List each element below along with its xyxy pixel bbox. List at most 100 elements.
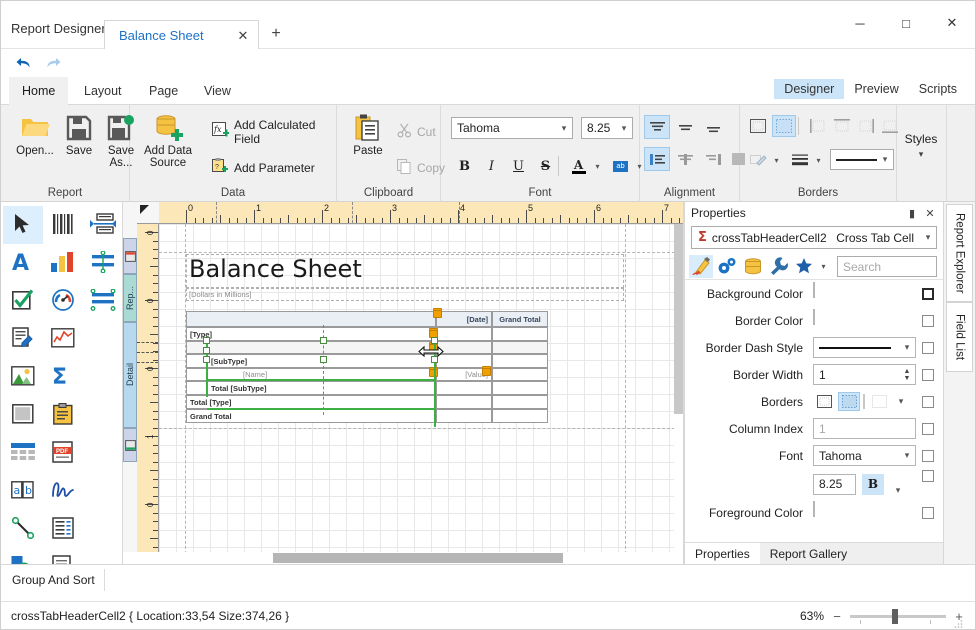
toolbox-item-distribute-vertical[interactable] (83, 282, 123, 320)
tab-report-gallery[interactable]: Report Gallery (760, 543, 857, 565)
font-family-property-combo[interactable]: Tahoma ▾ (813, 445, 916, 466)
scrollbar-thumb[interactable] (674, 224, 683, 414)
properties-search-box[interactable] (837, 256, 937, 277)
align-bottom-button[interactable] (700, 115, 726, 139)
border-color-button[interactable] (746, 149, 770, 171)
font-bold-property-button[interactable]: B (862, 474, 884, 495)
crosstab-row-total-type[interactable]: Total [Type] (186, 395, 436, 409)
border-width-spinner[interactable]: ▲ ▼ (900, 365, 914, 384)
canvas-horizontal-scrollbar[interactable] (123, 552, 683, 564)
resize-handle[interactable] (203, 337, 210, 344)
crosstab-row-type[interactable]: [Type] (186, 327, 436, 341)
property-value[interactable]: 8.25 B ▾ (813, 474, 916, 495)
toolbox-item-pointer[interactable] (3, 206, 43, 244)
crosstab-row-subtype[interactable]: [SubType] (186, 354, 436, 368)
property-value[interactable] (813, 283, 916, 304)
border-style-combo[interactable]: ▾ (830, 149, 894, 170)
italic-button[interactable]: I (480, 155, 503, 178)
zoom-out-button[interactable]: − (831, 609, 843, 624)
ribbon-tab-view[interactable]: View (191, 77, 244, 105)
border-width-button[interactable] (788, 149, 812, 171)
resize-grip-icon[interactable] (953, 618, 963, 628)
ribbon-tab-page[interactable]: Page (136, 77, 191, 105)
underline-button[interactable]: U (507, 155, 530, 178)
ribbon-tab-home[interactable]: Home (9, 77, 68, 105)
align-left-button[interactable] (644, 147, 670, 171)
crosstab-cell[interactable] (436, 395, 492, 409)
view-tab-designer[interactable]: Designer (774, 79, 844, 99)
toolbox-item-panel[interactable] (3, 396, 43, 434)
close-panel-icon[interactable]: ✕ (921, 204, 939, 222)
toolbox-item-barcode[interactable] (43, 206, 83, 244)
property-reset-checkbox[interactable] (922, 288, 934, 300)
highlight-color-button[interactable]: ab (609, 155, 632, 178)
border-color-chevron-down-icon[interactable]: ▾ (770, 149, 783, 172)
font-family-combo[interactable]: Tahoma ▾ (451, 117, 573, 139)
selected-object-combo[interactable]: Σ crossTabHeaderCell2 Cross Tab Cell ▾ (691, 226, 937, 249)
crosstab-column-header-grand-total[interactable]: Grand Total (492, 311, 548, 327)
add-parameter-button[interactable]: ? Add Parameter (208, 157, 319, 179)
strikethrough-button[interactable]: S (534, 155, 557, 178)
pin-icon[interactable]: ▮ (903, 204, 921, 222)
ruler-corner[interactable] (137, 202, 159, 224)
horizontal-ruler[interactable]: 01234567 (159, 202, 683, 224)
toolbox-item-picture-box[interactable] (3, 358, 43, 396)
crosstab-cell[interactable] (492, 381, 548, 395)
band-top-margin[interactable] (123, 238, 137, 274)
add-calculated-field-button[interactable]: fx Add Calculated Field (208, 121, 336, 143)
border-dash-style-combo[interactable]: ▾ (813, 337, 916, 358)
font-color-button[interactable]: A (567, 155, 590, 178)
toolbox-item-line[interactable] (3, 510, 43, 548)
property-reset-checkbox[interactable] (922, 507, 934, 519)
property-value[interactable]: ▾ (813, 337, 916, 358)
band-bottom-margin[interactable] (123, 428, 137, 462)
crosstab-corner-cell[interactable] (186, 311, 436, 327)
font-expand-chevron-down-icon[interactable]: ▾ (890, 485, 906, 496)
toolbox-item-check-box[interactable] (3, 282, 43, 320)
border-color-swatch[interactable] (813, 309, 815, 325)
crosstab-cell[interactable] (492, 368, 548, 381)
crosstab-row-grand-total[interactable]: Grand Total (186, 409, 436, 423)
crosstab-cell[interactable] (492, 327, 548, 341)
border-left-button[interactable] (806, 115, 830, 137)
borders-partial-button[interactable] (868, 392, 890, 411)
report-title-label[interactable]: Balance Sheet (186, 254, 624, 288)
ribbon-tab-layout[interactable]: Layout (71, 77, 135, 105)
toolbox-item-chart[interactable] (43, 244, 83, 282)
align-middle-button[interactable] (672, 115, 698, 139)
property-value[interactable]: ▾ (813, 391, 916, 412)
vertical-ruler[interactable]: 00010 (137, 224, 159, 564)
zoom-slider-thumb[interactable] (892, 609, 898, 624)
property-reset-checkbox[interactable] (922, 396, 934, 408)
property-value[interactable] (813, 310, 916, 331)
border-right-button[interactable] (854, 115, 878, 137)
toolbox-item-sum[interactable]: Σ (43, 358, 83, 396)
favorites-chevron-down-icon[interactable]: ▾ (817, 255, 830, 278)
undo-icon[interactable] (12, 53, 34, 73)
cross-tab[interactable]: [Date] Grand Total [Type] [SubType] [Nam… (186, 311, 548, 421)
property-reset-checkbox[interactable] (922, 342, 934, 354)
new-tab-icon[interactable]: + (267, 25, 285, 43)
styles-button[interactable]: Styles ▾ (896, 133, 946, 173)
behavior-gears-icon[interactable] (715, 255, 739, 278)
crosstab-cell[interactable] (492, 354, 548, 368)
align-center-button[interactable] (672, 147, 698, 171)
toolbox-item-table-of-contents[interactable] (43, 510, 83, 548)
property-reset-checkbox[interactable] (922, 450, 934, 462)
property-value[interactable] (813, 502, 916, 523)
crosstab-cell[interactable] (492, 409, 548, 423)
toolbox-item-distribute-horizontal[interactable] (83, 244, 123, 282)
toolbox-item-pdf-content[interactable]: PDF (43, 434, 83, 472)
dock-button-report-explorer[interactable]: Report Explorer (946, 204, 973, 302)
align-top-button[interactable] (644, 115, 670, 139)
toolbox-item-sparkline[interactable] (43, 320, 83, 358)
resize-handle[interactable] (431, 337, 438, 344)
view-tab-preview[interactable]: Preview (844, 79, 908, 99)
view-tab-scripts[interactable]: Scripts (909, 79, 967, 99)
crosstab-cell[interactable] (492, 395, 548, 409)
property-value[interactable]: Tahoma ▾ (813, 445, 916, 466)
design-surface[interactable]: Rep... Detail 01234567 00010 Bal (123, 202, 684, 564)
toolbox-item-align-vertical[interactable] (83, 206, 123, 244)
crosstab-cell[interactable] (492, 341, 548, 354)
canvas-vertical-scrollbar[interactable] (674, 224, 683, 552)
